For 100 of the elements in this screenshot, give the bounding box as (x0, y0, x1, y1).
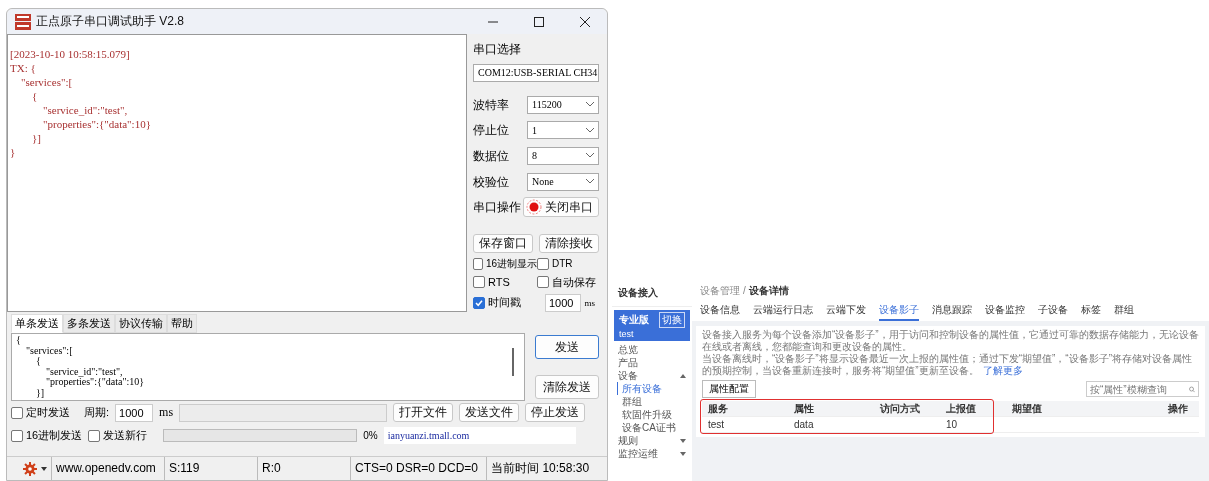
nav-item[interactable]: 所有设备 (617, 382, 692, 395)
checkbox[interactable] (473, 258, 483, 270)
chevron-icon (586, 102, 594, 108)
search-field[interactable]: 按“属性”模糊查询 (1086, 381, 1199, 397)
chevron-icon (586, 153, 594, 159)
receive-line: } (10, 145, 17, 159)
send-line: "properties":{"data":10} (45, 377, 146, 388)
field-label: 串口操作 (473, 199, 521, 217)
tab[interactable]: 标签 (1081, 301, 1101, 321)
receive-line: }] (31, 131, 42, 145)
tab[interactable]: 帮助 (167, 314, 197, 333)
checkbox[interactable] (88, 429, 101, 442)
dropdown[interactable]: None (527, 172, 599, 191)
field-label: 停止位 (473, 122, 509, 140)
receive-line: "services":[ (20, 75, 74, 89)
dropdown[interactable]: 8 (527, 146, 599, 165)
file-button[interactable]: 打开文件 (393, 403, 454, 422)
chevron-icon (586, 127, 594, 133)
property-config-button[interactable]: 属性配置 (702, 380, 756, 398)
window-title: 正点原子串口调试助手 V2.8 (36, 13, 186, 30)
status-text: S:119 (164, 457, 253, 480)
tab[interactable]: 群组 (1114, 301, 1134, 321)
caret-icon[interactable] (41, 466, 47, 471)
tab[interactable]: 多条发送 (63, 314, 115, 333)
tab[interactable]: 云端运行日志 (753, 301, 813, 321)
status-text: www.openedv.com (51, 457, 160, 480)
tab[interactable]: 单条发送 (11, 314, 63, 333)
dropdown[interactable]: 115200 (527, 95, 599, 114)
instance-name: test (619, 329, 634, 339)
tab[interactable]: 协议传输 (115, 314, 167, 333)
table-cell-text: data (793, 419, 815, 430)
column-header: 期望值 (1011, 401, 1043, 416)
nav-item[interactable]: 设备CA证书 (612, 421, 692, 434)
send-button[interactable]: 发送 (535, 335, 599, 359)
nav-item[interactable]: 监控运维 (612, 447, 692, 460)
nav-item[interactable]: 设备 (612, 369, 692, 382)
action-button[interactable]: 保存窗口 (473, 234, 533, 253)
description-text: 当设备离线时，“设备影子”将显示设备最近一次上报的属性值；通过下发“期望值”，“设备影子”将存储对设备属性的预期控制，当设备重新连接时，服务将“期望值”更新至设备。 了解更多 (702, 353, 1193, 377)
send-text-area[interactable]: { "services":[ { "service_id":"test", "properties":{"data":10} }] (11, 333, 525, 401)
tab[interactable]: 设备影子 (879, 301, 919, 321)
switch-button[interactable]: 切换 (659, 312, 685, 328)
checkbox-label: 16进制发送 (26, 428, 83, 443)
checkbox[interactable] (537, 276, 549, 289)
nav-item[interactable]: 总览 (612, 343, 692, 356)
table-cell-text: test (707, 419, 726, 430)
nav-item[interactable]: 规则 (612, 434, 692, 447)
column-header: 操作 (1167, 401, 1189, 416)
field-label: 校验位 (473, 173, 509, 191)
search-icon[interactable] (1189, 384, 1195, 394)
receive-area[interactable]: [2023-10-10 10:58:15.079] TX: { "services":[ { "service_id":"test", "properties":{"data":10} }] } (7, 34, 467, 312)
tab[interactable]: 云端下发 (826, 301, 866, 321)
close-port-button[interactable]: 关闭串口 (523, 197, 599, 218)
shop-link[interactable]: ianyuanzi.tmall.com (383, 427, 576, 444)
file-path-field[interactable] (179, 403, 388, 422)
clear-send-button[interactable]: 清除发送 (535, 375, 599, 399)
tab[interactable]: 设备监控 (985, 301, 1025, 321)
checkbox[interactable] (473, 297, 485, 309)
checkbox[interactable] (473, 276, 485, 289)
chevron-icon (586, 179, 594, 184)
checkbox-label: 16进制显示 (485, 257, 537, 271)
checkbox-label: DTR (552, 258, 573, 270)
tab[interactable]: 消息跟踪 (932, 301, 972, 321)
tab[interactable]: 设备信息 (700, 301, 740, 321)
file-button[interactable]: 发送文件 (459, 403, 520, 422)
receive-line: [2023-10-10 10:58:15.079] (10, 47, 131, 61)
nav-item[interactable]: 群组 (612, 395, 692, 408)
tab[interactable]: 子设备 (1038, 301, 1068, 321)
description-text: 设备接入服务为每个设备添加“设备影子”，用于访问和控制设备的属性值，它通过可靠的数据存储能力，无论设备在线或者离线，您都能查询和更改设备的属性。 (702, 329, 1199, 353)
period-field[interactable]: 1000 (115, 403, 154, 422)
checkbox[interactable] (11, 429, 23, 442)
learn-more-link[interactable]: 了解更多 (982, 365, 1023, 376)
column-header: 访问方式 (879, 401, 921, 416)
status-text: CTS=0 DSR=0 DCD=0 (350, 457, 483, 480)
progress-percent: 0% (363, 430, 378, 441)
status-text: 当前时间 10:58:30 (486, 457, 594, 480)
field-label: 波特率 (473, 96, 509, 114)
send-line: { (16, 335, 22, 346)
receive-line: "properties":{"data":10} (42, 117, 152, 131)
field-label: 数据位 (473, 147, 509, 165)
port-dropdown[interactable]: COM12:USB-SERIAL CH34 (473, 64, 599, 82)
nav-item[interactable]: 软固件升级 (612, 408, 692, 421)
dropdown[interactable]: 1 (527, 121, 599, 140)
maximize-icon[interactable] (533, 15, 545, 28)
nav-item[interactable]: 产品 (612, 356, 692, 369)
gear-icon[interactable] (23, 461, 37, 476)
period-label: 周期: (84, 405, 110, 420)
checkbox[interactable] (11, 406, 23, 419)
breadcrumb-link[interactable]: 设备管理 (700, 285, 740, 296)
close-icon[interactable] (579, 15, 591, 28)
checkbox-label: 时间戳 (488, 295, 521, 311)
interval-field[interactable]: 1000 (545, 294, 581, 312)
column-header: 属性 (793, 401, 815, 416)
action-button[interactable]: 清除接收 (539, 234, 599, 253)
checkbox[interactable] (537, 258, 549, 270)
logo-icon (15, 13, 31, 30)
status-text: R:0 (257, 457, 346, 480)
receive-line: TX: { (10, 61, 37, 75)
edition-name: 专业版 (619, 313, 649, 327)
file-button[interactable]: 停止发送 (525, 403, 586, 422)
breadcrumb-current: 设备详情 (748, 285, 789, 296)
